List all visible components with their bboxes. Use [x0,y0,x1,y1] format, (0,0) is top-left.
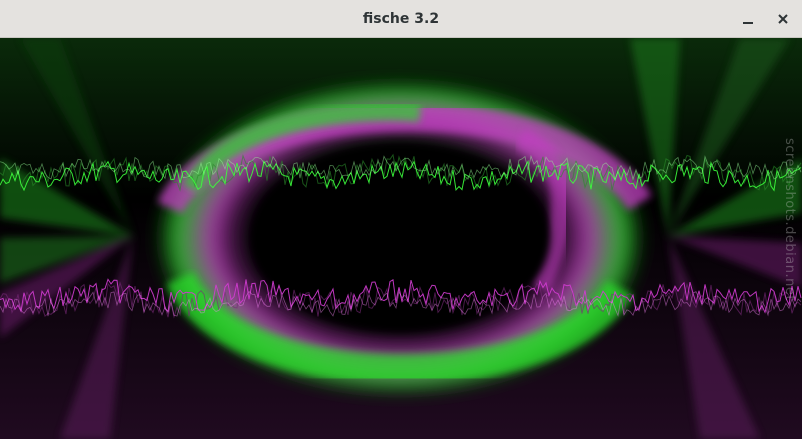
title-bar[interactable]: fische 3.2 [0,0,802,38]
minimize-button[interactable] [736,7,760,31]
watermark: screenshots.debian.net [782,138,797,301]
visualization-canvas: screenshots.debian.net [0,38,802,439]
ring-center-hole [250,143,550,333]
close-button[interactable] [771,7,795,31]
minimize-icon [743,22,753,24]
window-title: fische 3.2 [362,11,440,27]
visualization-svg [0,38,802,439]
app-window: fische 3.2 screenshots.debian.net [0,0,802,439]
close-icon [778,14,788,24]
